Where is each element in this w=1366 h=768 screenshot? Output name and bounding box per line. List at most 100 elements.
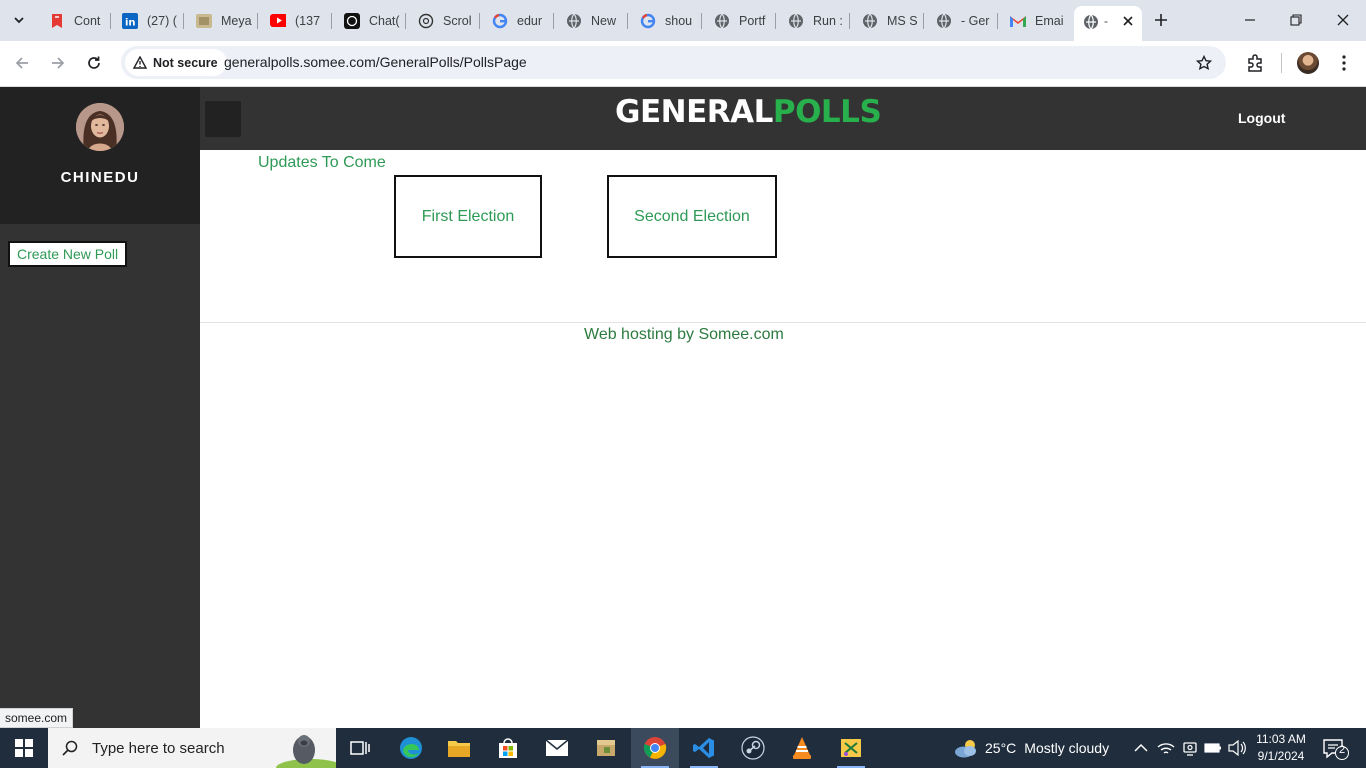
minimize-button[interactable] (1238, 8, 1262, 32)
volume-tray-icon[interactable] (1227, 738, 1247, 758)
close-icon (1337, 14, 1349, 26)
gorilla-search-highlight-icon (276, 735, 336, 768)
browser-tab[interactable]: Meya (196, 8, 258, 33)
sidebar: CHINEDU Create New Poll (0, 87, 200, 728)
tab-title: - Ger (961, 13, 990, 28)
close-window-button[interactable] (1331, 8, 1355, 32)
election-label: First Election (421, 207, 515, 225)
browser-tab[interactable]: Scrol (418, 8, 480, 33)
browser-toolbar: Not secure generalpolls.somee.com/Genera… (0, 41, 1366, 87)
link-status-bubble: somee.com (0, 708, 74, 728)
browser-tab[interactable]: Cont (49, 8, 111, 33)
vscode-icon (693, 738, 714, 758)
browser-tab[interactable]: New (566, 8, 628, 33)
election-label: Second Election (634, 207, 750, 225)
browser-tab[interactable]: (137 (270, 8, 332, 33)
election-card-second[interactable]: Second Election (607, 175, 777, 258)
clock-date: 9/1/2024 (1257, 749, 1305, 763)
action-center-button[interactable]: 2 (1320, 736, 1350, 760)
weather-widget[interactable]: 25°C Mostly cloudy (953, 728, 1109, 768)
taskbar-chrome[interactable] (631, 728, 679, 768)
forward-arrow-icon (52, 57, 65, 69)
logo-text-polls: POLLS (772, 94, 882, 130)
wifi-icon (1157, 743, 1175, 754)
start-button[interactable] (0, 728, 48, 768)
globe-icon (788, 13, 804, 29)
tab-search-button[interactable] (7, 8, 31, 32)
battery-icon (1204, 743, 1221, 753)
close-tab-icon[interactable] (1118, 11, 1138, 31)
globe-icon (936, 13, 952, 29)
site-info-chip[interactable]: Not secure (125, 49, 227, 76)
globe-icon (1083, 14, 1099, 30)
taskbar-snipping-tool[interactable] (827, 728, 875, 768)
tab-title: Scrol (443, 13, 472, 28)
back-button[interactable] (10, 51, 34, 75)
site-header: GENERALPOLLS Logout (200, 87, 1366, 150)
create-new-poll-button[interactable]: Create New Poll (8, 241, 128, 267)
taskbar-mail[interactable] (533, 728, 581, 768)
taskbar-steam[interactable] (729, 728, 777, 768)
logout-link[interactable]: Logout (1238, 110, 1285, 126)
bookmark-star-icon[interactable] (1194, 53, 1214, 73)
tab-title: (137 (295, 13, 321, 28)
taskbar-store[interactable] (484, 728, 532, 768)
browser-tab[interactable]: Run : (788, 8, 850, 33)
vlc-icon (793, 737, 811, 759)
taskbar-archive-app[interactable] (582, 728, 630, 768)
new-tab-button[interactable] (1150, 9, 1172, 31)
reload-button[interactable] (82, 51, 106, 75)
plus-icon (1155, 14, 1167, 26)
tab-title: edur (517, 13, 543, 28)
username-label: CHINEDU (60, 169, 140, 186)
pdf-icon (49, 13, 65, 29)
forward-button[interactable] (46, 51, 70, 75)
profile-avatar[interactable] (1297, 52, 1319, 74)
address-bar[interactable]: Not secure generalpolls.somee.com/Genera… (121, 46, 1226, 79)
browser-tab[interactable]: shou (640, 8, 702, 33)
archive-icon (597, 740, 615, 756)
active-browser-tab[interactable]: - (1074, 6, 1142, 41)
globe-icon (862, 13, 878, 29)
system-clock[interactable]: 11:03 AM 9/1/2024 (1250, 731, 1312, 765)
tab-title: Emai (1035, 13, 1064, 28)
taskbar-search-box[interactable]: Type here to search (48, 728, 336, 768)
network-tray-icon[interactable] (1156, 738, 1176, 758)
user-avatar (76, 103, 124, 151)
battery-tray-icon[interactable] (1203, 738, 1223, 758)
task-view-icon (350, 741, 370, 755)
browser-tab[interactable]: MS S (862, 8, 924, 33)
url-text[interactable]: generalpolls.somee.com/GeneralPolls/Poll… (224, 54, 527, 70)
store-icon (499, 738, 517, 758)
restore-button[interactable] (1284, 8, 1308, 32)
browser-tab[interactable]: Chat( (344, 8, 406, 33)
task-view-button[interactable] (336, 728, 384, 768)
steam-icon (741, 736, 765, 760)
chevron-up-icon (1134, 743, 1148, 752)
menu-toggle-button[interactable] (205, 101, 241, 137)
tab-title: shou (665, 13, 693, 28)
youtube-icon (270, 13, 286, 29)
hosting-footer-link[interactable]: Web hosting by Somee.com (584, 326, 784, 344)
taskbar-vscode[interactable] (680, 728, 728, 768)
taskbar-edge[interactable] (387, 728, 435, 768)
tab-title: - (1104, 14, 1108, 28)
user-profile-panel: CHINEDU (0, 87, 200, 224)
security-label: Not secure (153, 55, 218, 70)
browser-tab[interactable]: Portf (714, 8, 776, 33)
more-vertical-icon (1342, 55, 1346, 71)
svg-text:in: in (125, 17, 136, 28)
taskbar-vlc[interactable] (778, 728, 826, 768)
chrome-icon (643, 737, 667, 759)
footer-divider (200, 322, 1366, 323)
browser-tab[interactable]: - Ger (936, 8, 998, 33)
extensions-button[interactable] (1243, 51, 1267, 75)
browser-tab[interactable]: Emai (1010, 8, 1068, 33)
browser-tab[interactable]: edur (492, 8, 554, 33)
election-card-first[interactable]: First Election (394, 175, 542, 258)
taskbar-file-explorer[interactable] (435, 728, 483, 768)
browser-tab[interactable]: in (27) ( (122, 8, 184, 33)
show-hidden-icons-button[interactable] (1131, 738, 1151, 758)
chrome-menu-button[interactable] (1332, 51, 1356, 75)
meet-now-tray-icon[interactable] (1180, 738, 1200, 758)
